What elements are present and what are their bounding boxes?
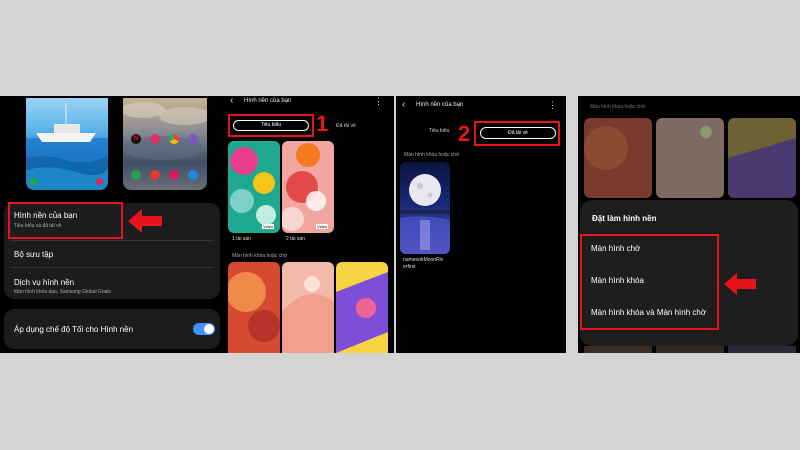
toggle-knob	[204, 324, 214, 334]
camera-app-icon	[169, 170, 179, 180]
set-wallpaper-panel: Màn hình khóa hoặc chờ Đặt làm hình nền …	[578, 96, 800, 353]
back-arrow-icon[interactable]: ‹	[230, 96, 233, 106]
screen-title: Hình nền của bạn	[416, 102, 464, 108]
option-lock-screen[interactable]: Màn hình khóa	[591, 276, 644, 285]
dimmed-wallpaper-purple	[728, 118, 796, 198]
moon-river-art	[400, 174, 450, 254]
pink-shapes-art	[282, 276, 334, 353]
tab-featured[interactable]: Tiêu biểu	[233, 120, 309, 131]
back-arrow-icon[interactable]: ‹	[402, 99, 405, 110]
dimmed-pink-art	[700, 126, 712, 138]
video-badge: Video	[262, 224, 275, 229]
featured-wallpaper-1[interactable]	[228, 141, 280, 233]
phone-icon	[30, 178, 37, 185]
downloaded-caption-line1: nameonitMoonRiv	[403, 257, 444, 263]
video-badge: Video	[316, 224, 329, 229]
featured-1-caption: 1 tài sản	[232, 236, 251, 242]
chrome-icon	[169, 134, 179, 144]
dimmed-wallpaper-bottom	[656, 346, 724, 353]
red-arrow-left-icon	[128, 209, 162, 233]
your-wallpapers-panel-downloaded: ‹ Hình nền của bạn ⋮ Tiêu biểu 2 Đã tải …	[396, 96, 566, 353]
home-screen-preview[interactable]: N	[123, 98, 207, 190]
lock-or-home-section-title: Màn hình khóa hoặc chờ	[590, 104, 646, 110]
downloaded-moon-wallpaper[interactable]	[400, 162, 450, 254]
menu-wallpaper-services[interactable]: Dịch vụ hình nền Màn hình khóa dạo, Sams…	[14, 275, 214, 297]
lock-screen-preview[interactable]	[26, 98, 108, 190]
phone-app-icon	[131, 170, 141, 180]
dimmed-wallpaper-bottom	[584, 346, 652, 353]
more-options-icon[interactable]: ⋮	[548, 100, 557, 111]
featured-wallpaper-2[interactable]	[282, 141, 334, 233]
your-wallpapers-panel-featured: ‹ Hình nền của bạn ⋮ Tiêu biểu 1 Đã tải …	[224, 96, 394, 353]
wallpaper-purple[interactable]	[336, 262, 388, 353]
red-shapes-art	[228, 272, 280, 342]
dark-mode-toggle[interactable]	[193, 323, 215, 335]
featured-2-caption: 2 tài sản	[286, 236, 305, 242]
services-subtitle: Màn hình khóa dạo, Samsung Global Goals	[14, 289, 112, 295]
flower-app-icon	[150, 134, 160, 144]
downloaded-caption-line2: erfirst	[403, 264, 416, 270]
wallpaper-settings-panel: N Hình nền của bạn Tiêu biểu và đã tải v…	[0, 96, 224, 353]
menu-collection[interactable]: Bộ sưu tập	[14, 250, 53, 259]
tab-downloaded[interactable]: Đã tải về	[336, 123, 356, 129]
netflix-icon: N	[131, 134, 141, 144]
step-number-1: 1	[316, 111, 329, 136]
divider	[10, 240, 214, 241]
boat-illustration	[26, 103, 108, 190]
red-arrow-left-icon	[724, 273, 756, 295]
services-title: Dịch vụ hình nền	[14, 278, 75, 287]
more-options-icon[interactable]: ⋮	[374, 96, 383, 107]
option-lock-and-home[interactable]: Màn hình khóa và Màn hình chờ	[591, 308, 706, 317]
dimmed-red-art	[584, 126, 628, 170]
messages-icon	[188, 170, 198, 180]
menu-your-wallpaper[interactable]: Hình nền của bạn Tiêu biểu và đã tải về	[8, 202, 123, 239]
dimmed-wallpaper-bottom	[728, 346, 796, 353]
gallery-icon	[188, 134, 198, 144]
screen-title: Hình nền của bạn	[244, 98, 292, 104]
camera-icon	[96, 178, 103, 185]
lock-or-home-section-title: Màn hình khóa hoặc chờ	[232, 253, 288, 259]
youtube-icon	[150, 170, 160, 180]
your-wallpaper-subtitle: Tiêu biểu và đã tải về	[14, 223, 62, 229]
option-home-screen[interactable]: Màn hình chờ	[591, 244, 640, 253]
divider	[10, 267, 214, 268]
dark-mode-label: Áp dụng chế độ Tối cho Hình nền	[14, 325, 134, 334]
abstract-orange-art	[282, 143, 326, 231]
wallpaper-red[interactable]	[228, 262, 280, 353]
wallpaper-pink[interactable]	[282, 262, 334, 353]
lock-or-home-section-title: Màn hình khóa hoặc chờ	[404, 152, 460, 158]
sheet-title: Đặt làm hình nền	[592, 214, 657, 223]
step-number-2: 2	[458, 121, 471, 146]
dimmed-wallpaper-pink	[656, 118, 724, 198]
purple-shapes-art	[336, 272, 388, 353]
tab-featured[interactable]: Tiêu biểu	[429, 128, 449, 134]
your-wallpaper-title: Hình nền của bạn	[14, 211, 78, 220]
tab-downloaded[interactable]: Đã tải về	[480, 127, 556, 139]
dimmed-purple-art	[728, 138, 796, 198]
dimmed-wallpaper-red	[584, 118, 652, 198]
abstract-balls-art	[230, 147, 276, 225]
